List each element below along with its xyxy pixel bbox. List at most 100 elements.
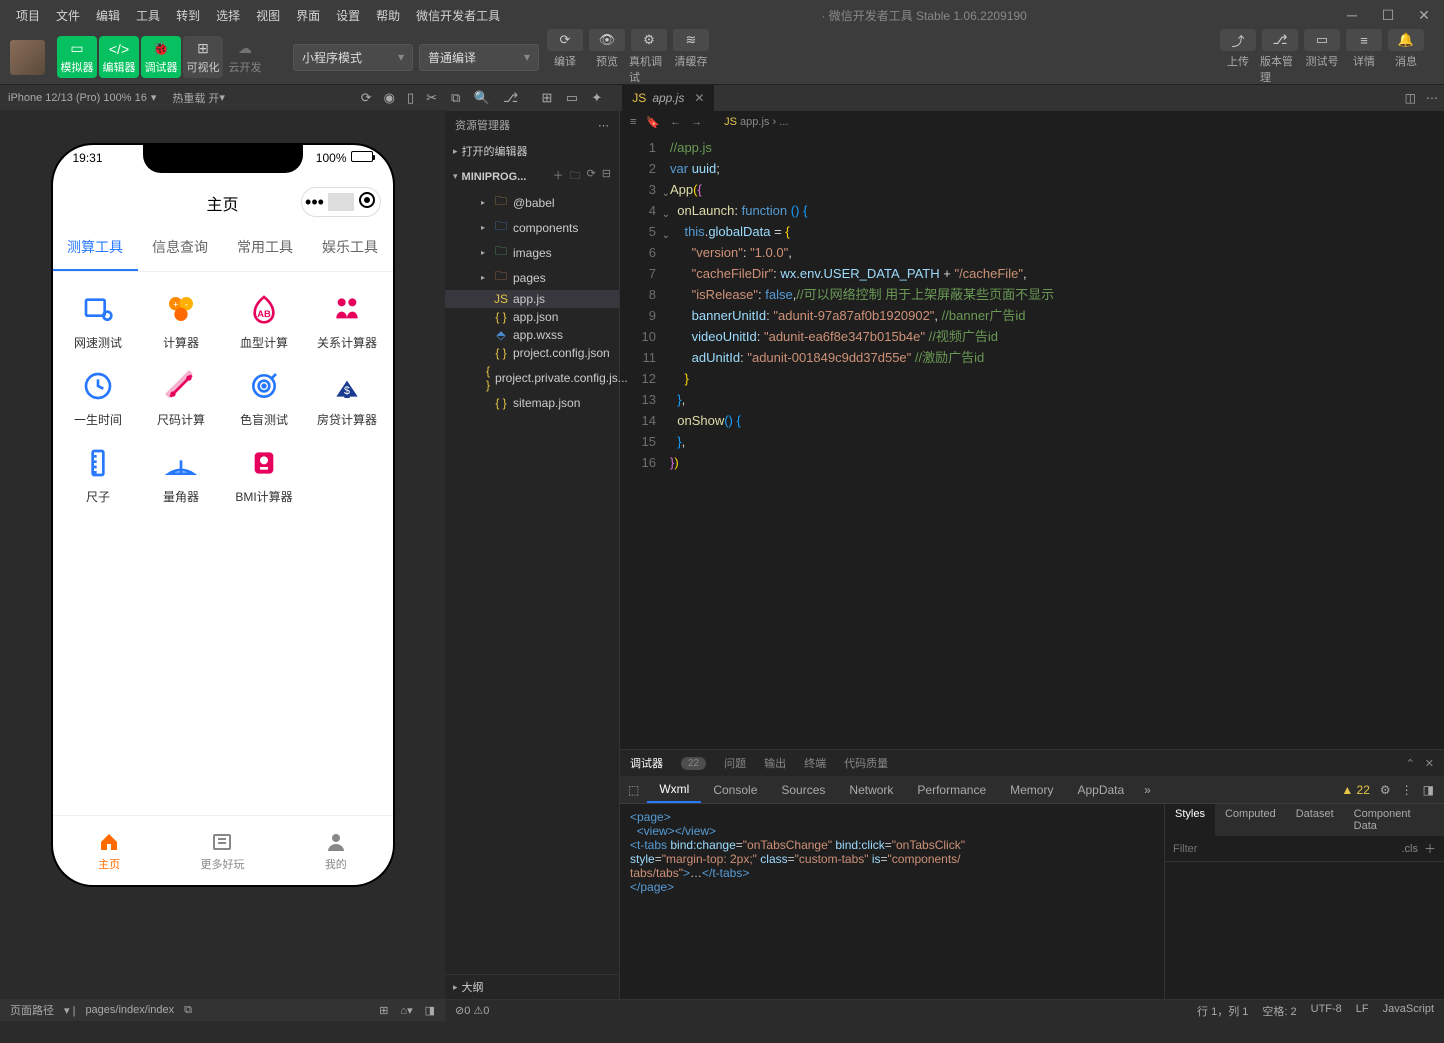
tabbar-item[interactable]: 我的 xyxy=(279,816,392,885)
tree-item[interactable]: ▸🗀components xyxy=(445,215,619,240)
open-editors-section[interactable]: ▸打开的编辑器 xyxy=(445,139,619,163)
dt-tab-network[interactable]: Network xyxy=(837,776,905,803)
search-icon[interactable]: 🔍 xyxy=(474,90,490,105)
dt-more-icon[interactable]: » xyxy=(1136,783,1159,797)
new-file-icon[interactable]: ＋ xyxy=(553,167,564,186)
split-editor-icon[interactable]: ◫ xyxy=(1405,91,1416,105)
cls-toggle[interactable]: .cls xyxy=(1401,843,1418,855)
eol[interactable]: LF xyxy=(1356,1003,1369,1019)
ext1-icon[interactable]: ⊞ xyxy=(542,90,553,105)
dt-tab-sources[interactable]: Sources xyxy=(769,776,837,803)
tree-item[interactable]: { }sitemap.json xyxy=(445,394,619,412)
bookmark-icon[interactable]: 🔖 xyxy=(646,116,660,129)
compile-select[interactable]: 普通编译▾ xyxy=(419,44,539,71)
dt-tab-memory[interactable]: Memory xyxy=(998,776,1065,803)
fold-icon[interactable]: ⌄ xyxy=(662,204,670,225)
category-tab[interactable]: 常用工具 xyxy=(223,225,308,271)
dbg-tab-quality[interactable]: 代码质量 xyxy=(844,755,888,771)
version-button[interactable]: ⎇版本管理 xyxy=(1260,29,1300,85)
tree-item[interactable]: { }app.json xyxy=(445,308,619,326)
refresh-tree-icon[interactable]: ⟳ xyxy=(587,167,596,186)
st-computed[interactable]: Computed xyxy=(1215,804,1286,836)
visual-toggle[interactable]: ⊞可视化 xyxy=(183,36,223,78)
menu-项目[interactable]: 项目 xyxy=(8,3,48,28)
menu-选择[interactable]: 选择 xyxy=(208,3,248,28)
add-style-icon[interactable]: ＋ xyxy=(1424,840,1436,857)
menu-文件[interactable]: 文件 xyxy=(48,3,88,28)
grid-item[interactable]: AB血型计算 xyxy=(223,282,306,359)
preview-button[interactable]: 👁预览 xyxy=(587,29,627,85)
compile-button[interactable]: ⟳编译 xyxy=(545,29,585,85)
code-editor[interactable]: 12345678910111213141516⌄⌄⌄ //app.jsvar u… xyxy=(620,133,1444,749)
scene-icon[interactable]: ⊞ xyxy=(379,1004,388,1017)
collapse-icon[interactable]: ⊟ xyxy=(602,167,611,186)
fold-icon[interactable]: ⌄ xyxy=(662,225,670,246)
menu-微信开发者工具[interactable]: 微信开发者工具 xyxy=(408,3,508,28)
tree-item[interactable]: ⬘app.wxss xyxy=(445,326,619,344)
dt-tab-perf[interactable]: Performance xyxy=(905,776,998,803)
refresh-icon[interactable]: ⟳ xyxy=(361,90,372,106)
user-avatar[interactable] xyxy=(10,40,45,75)
grid-item[interactable]: BMI计算器 xyxy=(223,436,306,513)
inspect-icon[interactable]: ⬚ xyxy=(620,783,647,797)
st-compdata[interactable]: Component Data xyxy=(1344,804,1444,836)
editor-tab-app-js[interactable]: JS app.js ✕ xyxy=(622,85,714,111)
category-tab[interactable]: 娱乐工具 xyxy=(308,225,393,271)
wxml-panel[interactable]: <page> <view></view><t-tabs bind:change=… xyxy=(620,804,1164,999)
menu-设置[interactable]: 设置 xyxy=(328,3,368,28)
capsule-menu-icon[interactable]: ••• xyxy=(302,192,328,213)
home-icon[interactable]: ⌂▾ xyxy=(400,1004,412,1017)
dt-settings-icon[interactable]: ⚙ xyxy=(1380,783,1391,797)
explorer-icon[interactable]: ⧉ xyxy=(451,90,460,105)
grid-item[interactable]: 尺子 xyxy=(57,436,140,513)
tabbar-item[interactable]: 更多好玩 xyxy=(166,816,279,885)
dt-menu-icon[interactable]: ⋮ xyxy=(1401,783,1413,797)
tree-item[interactable]: { }project.config.json xyxy=(445,344,619,362)
upload-button[interactable]: ⤴上传 xyxy=(1218,29,1258,85)
maximize-button[interactable]: ☐ xyxy=(1376,7,1400,24)
dt-dock-icon[interactable]: ◨ xyxy=(1423,783,1434,797)
warning-count[interactable]: ▲ 22 xyxy=(1341,783,1370,797)
project-section[interactable]: ▾MINIPROG... ＋ 🗀 ⟳ ⊟ xyxy=(445,163,619,190)
clear-cache-button[interactable]: ≋清缓存 xyxy=(671,29,711,85)
grid-item[interactable]: 关系计算器 xyxy=(306,282,389,359)
dt-tab-wxml[interactable]: Wxml xyxy=(647,776,701,803)
grid-item[interactable]: 尺码计算 xyxy=(140,359,223,436)
dbg-tab-output[interactable]: 输出 xyxy=(764,755,786,771)
breadcrumb-path[interactable]: app.js › ... xyxy=(740,116,788,128)
tree-item[interactable]: ▸🗀@babel xyxy=(445,190,619,215)
tree-item[interactable]: ▸🗀images xyxy=(445,240,619,265)
compare-icon[interactable]: ≡ xyxy=(630,116,636,128)
menu-转到[interactable]: 转到 xyxy=(168,3,208,28)
rotate-icon[interactable]: ▯ xyxy=(407,90,414,106)
menu-帮助[interactable]: 帮助 xyxy=(368,3,408,28)
dbg-close-icon[interactable]: ✕ xyxy=(1425,757,1434,770)
menu-编辑[interactable]: 编辑 xyxy=(88,3,128,28)
category-tab[interactable]: 信息查询 xyxy=(138,225,223,271)
grid-item[interactable]: $房贷计算器 xyxy=(306,359,389,436)
dt-tab-appdata[interactable]: AppData xyxy=(1065,776,1136,803)
hot-reload-label[interactable]: 热重载 开 xyxy=(172,90,219,106)
page-path[interactable]: pages/index/index xyxy=(85,1004,174,1016)
grid-item[interactable]: 量角器 xyxy=(140,436,223,513)
cloud-dev-button[interactable]: ☁云开发 xyxy=(225,36,265,78)
st-dataset[interactable]: Dataset xyxy=(1286,804,1344,836)
menu-视图[interactable]: 视图 xyxy=(248,3,288,28)
ext2-icon[interactable]: ▭ xyxy=(566,90,578,105)
outline-section[interactable]: ▸大纲 xyxy=(445,975,619,999)
dbg-tab-terminal[interactable]: 终端 xyxy=(804,755,826,771)
device-label[interactable]: iPhone 12/13 (Pro) 100% 16 xyxy=(8,92,147,104)
lang-mode[interactable]: JavaScript xyxy=(1383,1003,1434,1019)
separate-icon[interactable]: ◨ xyxy=(425,1004,435,1017)
dt-tab-console[interactable]: Console xyxy=(701,776,769,803)
git-icon[interactable]: ⎇ xyxy=(503,90,518,105)
record-icon[interactable]: ◉ xyxy=(384,90,395,106)
encoding[interactable]: UTF-8 xyxy=(1311,1003,1342,1019)
grid-item[interactable]: 一生时间 xyxy=(57,359,140,436)
spaces[interactable]: 空格: 2 xyxy=(1262,1003,1296,1019)
dbg-up-icon[interactable]: ⌃ xyxy=(1406,757,1415,770)
close-button[interactable]: ✕ xyxy=(1412,7,1436,24)
cut-icon[interactable]: ✂ xyxy=(426,90,437,106)
tabbar-item[interactable]: 主页 xyxy=(53,816,166,885)
menu-工具[interactable]: 工具 xyxy=(128,3,168,28)
